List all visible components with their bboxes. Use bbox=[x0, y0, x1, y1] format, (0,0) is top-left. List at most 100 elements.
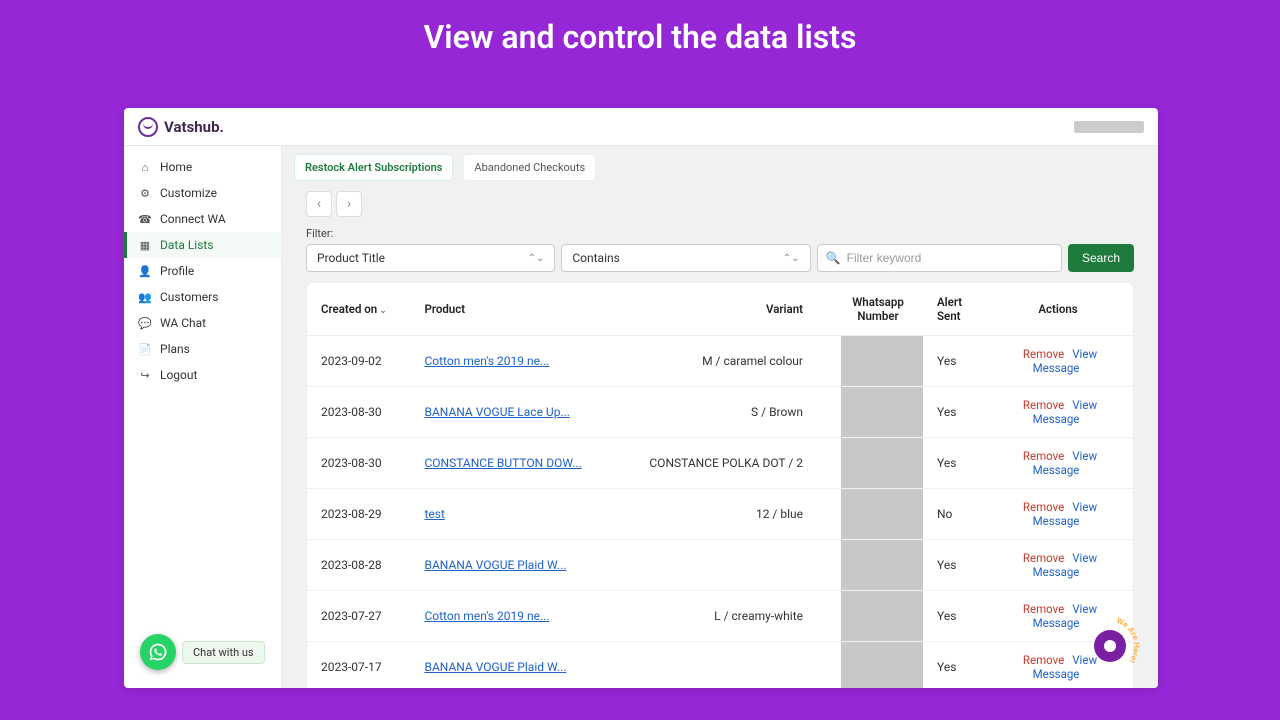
cell-created: 2023-09-02 bbox=[307, 336, 410, 387]
remove-link[interactable]: Remove bbox=[1023, 602, 1064, 616]
remove-link[interactable]: Remove bbox=[1023, 500, 1064, 514]
redacted-mask bbox=[841, 489, 923, 539]
sidebar-item-profile[interactable]: 👤Profile bbox=[124, 258, 281, 284]
page-banner: View and control the data lists bbox=[0, 0, 1280, 86]
chat-float[interactable]: We Are Here! bbox=[1080, 616, 1140, 676]
remove-link[interactable]: Remove bbox=[1023, 347, 1064, 361]
sidebar-item-customers[interactable]: 👥Customers bbox=[124, 284, 281, 310]
cell-created: 2023-08-28 bbox=[307, 540, 410, 591]
table-row: 2023-08-29test12 / blue9NoRemoveView Mes… bbox=[307, 489, 1133, 540]
remove-link[interactable]: Remove bbox=[1023, 653, 1064, 667]
cell-variant: CONSTANCE POLKA DOT / 2 bbox=[615, 438, 833, 489]
sidebar-icon: ⌂ bbox=[138, 160, 152, 174]
sidebar-icon: ⚙ bbox=[138, 186, 152, 200]
cell-variant: S / Brown bbox=[615, 387, 833, 438]
brand-name: Vatshub. bbox=[164, 118, 224, 136]
col-product[interactable]: Product bbox=[410, 283, 614, 336]
cell-wnum: 9 bbox=[833, 387, 923, 438]
cell-variant: 12 / blue bbox=[615, 489, 833, 540]
sidebar-item-customize[interactable]: ⚙Customize bbox=[124, 180, 281, 206]
tab-restock-alert-subscriptions[interactable]: Restock Alert Subscriptions bbox=[294, 154, 453, 181]
remove-link[interactable]: Remove bbox=[1023, 449, 1064, 463]
col-variant[interactable]: Variant bbox=[615, 283, 833, 336]
cell-product: BANANA VOGUE Lace Up... bbox=[410, 387, 614, 438]
cell-wnum: 9 bbox=[833, 540, 923, 591]
sidebar-item-connect-wa[interactable]: ☎Connect WA bbox=[124, 206, 281, 232]
chat-button[interactable] bbox=[1094, 630, 1126, 662]
product-link[interactable]: BANANA VOGUE Lace Up... bbox=[424, 405, 569, 419]
chevron-down-icon: ⌃⌄ bbox=[783, 253, 800, 264]
filter-field-select[interactable]: Product Title ⌃⌄ bbox=[306, 244, 555, 272]
sidebar-item-home[interactable]: ⌂Home bbox=[124, 154, 281, 180]
whatsapp-chat-label[interactable]: Chat with us bbox=[182, 641, 265, 664]
redacted-mask bbox=[841, 336, 923, 386]
col-actions: Actions bbox=[983, 283, 1133, 336]
sidebar-item-logout[interactable]: ↪ Logout bbox=[124, 362, 281, 388]
sidebar-icon: 👥 bbox=[138, 290, 152, 304]
cell-product: Cotton men's 2019 ne... bbox=[410, 336, 614, 387]
cell-product: BANANA VOGUE Plaid W... bbox=[410, 540, 614, 591]
redacted-mask bbox=[841, 540, 923, 590]
sidebar-item-label: Plans bbox=[160, 342, 190, 356]
brand-logo-icon bbox=[138, 117, 158, 137]
cell-created: 2023-08-30 bbox=[307, 387, 410, 438]
cell-actions: RemoveView Message bbox=[983, 489, 1133, 540]
tabs: Restock Alert Subscriptions Abandoned Che… bbox=[282, 154, 1158, 191]
cell-wnum: 9 bbox=[833, 336, 923, 387]
sidebar-item-wa-chat[interactable]: 💬WA Chat bbox=[124, 310, 281, 336]
redacted-mask bbox=[841, 438, 923, 488]
cell-wnum: 9 bbox=[833, 438, 923, 489]
sidebar-item-data-lists[interactable]: ▦Data Lists bbox=[124, 232, 281, 258]
page-prev-button[interactable]: ‹ bbox=[306, 191, 332, 217]
cell-variant bbox=[615, 642, 833, 689]
filter-op-select[interactable]: Contains ⌃⌄ bbox=[561, 244, 810, 272]
cell-wnum: 9 bbox=[833, 642, 923, 689]
sidebar-item-label: Profile bbox=[160, 264, 194, 278]
cell-created: 2023-08-29 bbox=[307, 489, 410, 540]
filter-op-value: Contains bbox=[572, 251, 619, 265]
cell-alert: Yes bbox=[923, 642, 983, 689]
product-link[interactable]: Cotton men's 2019 ne... bbox=[424, 354, 549, 368]
col-wnum[interactable]: Whatsapp Number bbox=[833, 283, 923, 336]
product-link[interactable]: Cotton men's 2019 ne... bbox=[424, 609, 549, 623]
product-link[interactable]: CONSTANCE BUTTON DOW... bbox=[424, 456, 581, 470]
cell-wnum: 9 bbox=[833, 591, 923, 642]
topbar: Vatshub. bbox=[124, 108, 1158, 146]
page-next-button[interactable]: › bbox=[336, 191, 362, 217]
remove-link[interactable]: Remove bbox=[1023, 551, 1064, 565]
tab-abandoned-checkouts[interactable]: Abandoned Checkouts bbox=[463, 154, 596, 181]
product-link[interactable]: test bbox=[424, 507, 444, 521]
product-link[interactable]: BANANA VOGUE Plaid W... bbox=[424, 660, 566, 674]
search-button[interactable]: Search bbox=[1068, 244, 1134, 272]
whatsapp-float[interactable]: Chat with us bbox=[140, 634, 265, 670]
user-label[interactable] bbox=[1074, 121, 1144, 133]
app-window: Vatshub. ⌂Home⚙Customize☎Connect WA▦Data… bbox=[124, 108, 1158, 688]
cell-product: BANANA VOGUE Plaid W... bbox=[410, 642, 614, 689]
filter-keyword-input[interactable] bbox=[847, 251, 1053, 265]
table-row: 2023-07-27Cotton men's 2019 ne...L / cre… bbox=[307, 591, 1133, 642]
chat-icon bbox=[1104, 640, 1116, 652]
brand: Vatshub. bbox=[138, 117, 224, 137]
sidebar-item-plans[interactable]: 📄 Plans bbox=[124, 336, 281, 362]
sidebar-icon: 📄 bbox=[138, 342, 152, 356]
filter-keyword-wrap: 🔍 bbox=[817, 244, 1062, 272]
filter-label: Filter: bbox=[306, 227, 1134, 240]
col-created[interactable]: Created on⌄ bbox=[307, 283, 410, 336]
sidebar-item-label: Connect WA bbox=[160, 212, 226, 226]
product-link[interactable]: BANANA VOGUE Plaid W... bbox=[424, 558, 566, 572]
table-row: 2023-08-30 BANANA VOGUE Lace Up... S / Bro… bbox=[307, 387, 1133, 438]
cell-wnum: 9 bbox=[833, 489, 923, 540]
sidebar: ⌂Home⚙Customize☎Connect WA▦Data Lists👤Pr… bbox=[124, 146, 282, 688]
remove-link[interactable]: Remove bbox=[1023, 398, 1064, 412]
sidebar-item-label: Logout bbox=[160, 368, 197, 382]
sort-icon: ⌄ bbox=[379, 306, 387, 316]
col-alert[interactable]: Alert Sent bbox=[923, 283, 983, 336]
whatsapp-icon[interactable] bbox=[140, 634, 176, 670]
filter-field-value: Product Title bbox=[317, 251, 385, 265]
data-table: Created on⌄ Product Variant Whatsapp Num… bbox=[307, 283, 1133, 688]
cell-alert: Yes bbox=[923, 438, 983, 489]
cell-created: 2023-08-30 bbox=[307, 438, 410, 489]
cell-product: CONSTANCE BUTTON DOW... bbox=[410, 438, 614, 489]
sidebar-icon: ↪ bbox=[138, 368, 152, 382]
chevron-down-icon: ⌃⌄ bbox=[528, 253, 545, 264]
